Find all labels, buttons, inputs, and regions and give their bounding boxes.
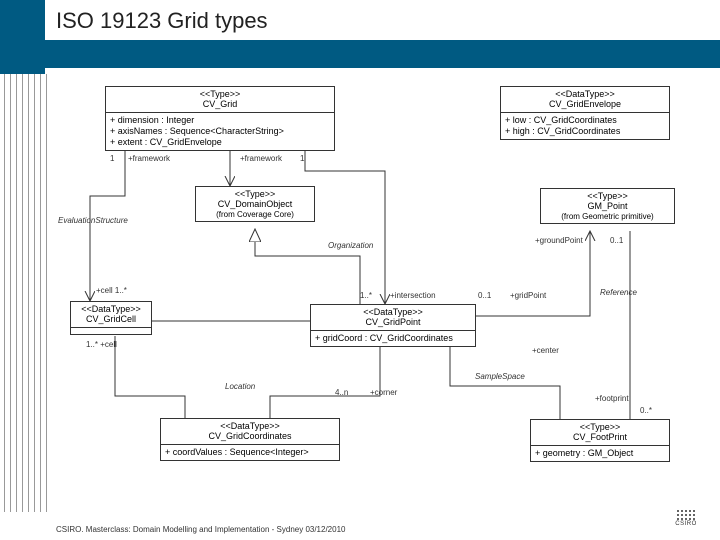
class-name: CV_DomainObject [200,199,310,209]
label-sample-space: SampleSpace [475,372,525,381]
label-footprint: +footprint [595,394,629,403]
uml-box-cv-grid-cell: <<DataType>> CV_GridCell [70,301,152,335]
attr: + dimension : Integer [110,115,330,126]
origin-label: (from Geometric primitive) [545,212,670,221]
class-name: CV_GridEnvelope [505,99,665,109]
label-intersection-n: 1..* [360,291,372,300]
attr: + high : CV_GridCoordinates [505,126,665,137]
attr: + gridCoord : CV_GridCoordinates [315,333,471,344]
attr: + low : CV_GridCoordinates [505,115,665,126]
class-name: CV_GridCoordinates [165,431,335,441]
label-location: Location [225,382,255,391]
label-reference: Reference [600,288,637,297]
origin-label: (from Coverage Core) [200,210,310,219]
label-mult-1b: 1 [300,154,304,163]
slide-footer: CSIRO. Masterclass: Domain Modelling and… [56,525,345,534]
label-organization: Organization [328,241,373,250]
label-ground-point: +groundPoint [535,236,583,245]
label-mult-1: 1 [110,154,114,163]
csiro-logo: CSIRO [672,510,700,532]
stereo-label: <<DataType>> [315,307,471,317]
stereo-label: <<Type>> [200,189,310,199]
uml-box-cv-domain-object: <<Type>> CV_DomainObject (from Coverage … [195,186,315,222]
slide-title: ISO 19123 Grid types [56,8,268,34]
label-framework2: +framework [240,154,282,163]
attr: + extent : CV_GridEnvelope [110,137,330,148]
label-cell2: 1..* +cell [86,340,117,349]
uml-box-cv-grid-coordinates: <<DataType>> CV_GridCoordinates + coordV… [160,418,340,461]
stereo-label: <<Type>> [110,89,330,99]
label-corner-n: 4..n [335,388,348,397]
label-framework: +framework [128,154,170,163]
label-footprint-n: 0..* [640,406,652,415]
attr: + geometry : GM_Object [535,448,665,459]
stereo-label: <<DataType>> [75,304,147,314]
label-grid-point-n: 0..1 [478,291,491,300]
uml-box-cv-footprint: <<Type>> CV_FootPrint + geometry : GM_Ob… [530,419,670,462]
class-name: CV_FootPrint [535,432,665,442]
label-center: +center [532,346,559,355]
label-intersection: +intersection [390,291,436,300]
uml-box-cv-grid: <<Type>> CV_Grid + dimension : Integer +… [105,86,335,151]
class-name: GM_Point [545,201,670,211]
uml-box-cv-grid-point: <<DataType>> CV_GridPoint + gridCoord : … [310,304,476,347]
stereo-label: <<DataType>> [505,89,665,99]
class-name: CV_GridPoint [315,317,471,327]
class-name: CV_Grid [110,99,330,109]
header-bar [0,40,720,68]
logo-text: CSIRO [672,521,700,527]
label-grid-point: +gridPoint [510,291,546,300]
label-ground-point-n: 0..1 [610,236,623,245]
attr: + axisNames : Sequence<CharacterString> [110,126,330,137]
uml-box-gm-point: <<Type>> GM_Point (from Geometric primit… [540,188,675,224]
side-lines [0,74,60,512]
stereo-label: <<DataType>> [165,421,335,431]
class-name: CV_GridCell [75,314,147,324]
slide-header: ISO 19123 Grid types [0,0,720,74]
label-cell: +cell 1..* [96,286,127,295]
uml-box-cv-grid-envelope: <<DataType>> CV_GridEnvelope + low : CV_… [500,86,670,140]
attr: + coordValues : Sequence<Integer> [165,447,335,458]
stereo-label: <<Type>> [535,422,665,432]
label-corner: +corner [370,388,397,397]
stereo-label: <<Type>> [545,191,670,201]
uml-diagram: <<Type>> CV_Grid + dimension : Integer +… [80,86,680,496]
label-evaluation-structure: EvaluationStructure [58,216,128,225]
